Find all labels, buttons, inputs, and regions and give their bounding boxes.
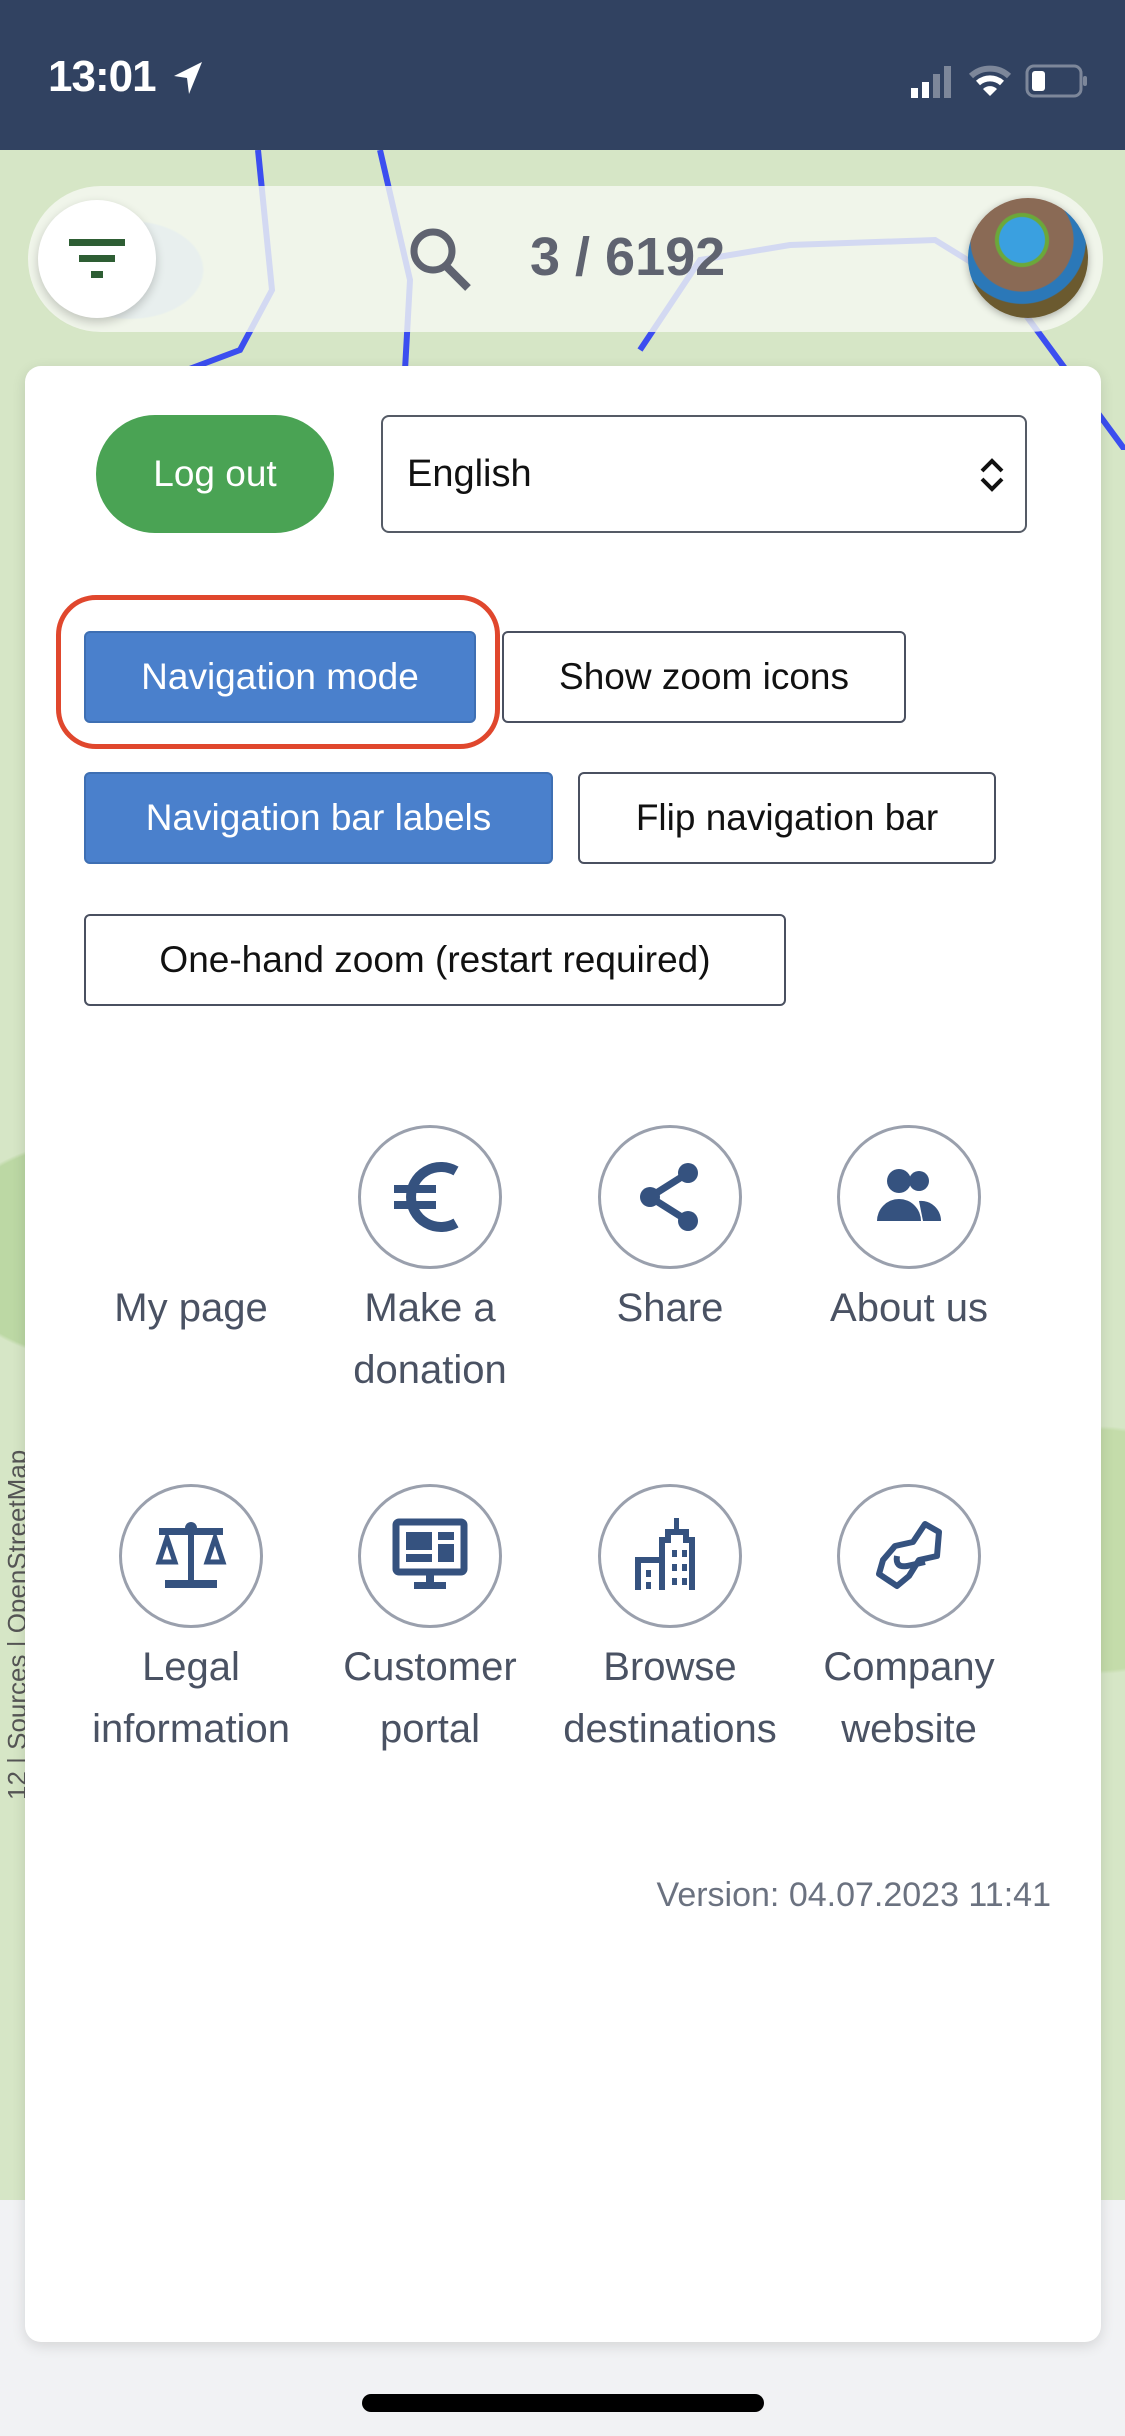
menu-label: Make a donation	[353, 1286, 507, 1392]
home-indicator[interactable]	[362, 2394, 764, 2412]
menu-label: About us	[830, 1286, 988, 1330]
result-count: 3 / 6192	[530, 227, 726, 287]
wifi-icon	[969, 65, 1011, 96]
menu-label: Share	[616, 1286, 724, 1330]
chevron-updown-icon	[980, 458, 1004, 492]
handshake-icon	[876, 1521, 942, 1589]
settings-panel: Log out English Navigation mode Show zoo…	[25, 366, 1101, 2342]
city-icon	[635, 1518, 695, 1590]
language-value: English	[407, 452, 532, 495]
filter-button[interactable]	[38, 200, 156, 318]
menu-label: My page	[114, 1286, 268, 1330]
toggle-one-hand-zoom[interactable]: One-hand zoom (restart required)	[84, 914, 786, 1006]
toggle-navigation-bar-labels[interactable]: Navigation bar labels	[84, 772, 553, 864]
highlight-ring	[56, 595, 500, 749]
location-arrow-icon	[174, 62, 202, 94]
signal-icon	[911, 66, 951, 98]
toggle-show-zoom-icons[interactable]: Show zoom icons	[502, 631, 906, 723]
menu-customer-portal[interactable]: Customer portal	[320, 1484, 540, 1760]
battery-icon	[1025, 64, 1087, 98]
menu-make-donation[interactable]: Make a donation	[320, 1125, 540, 1401]
menu-share[interactable]: Share	[560, 1125, 780, 1339]
users-icon	[877, 1169, 942, 1221]
menu-browse-destinations[interactable]: Browse destinations	[560, 1484, 780, 1760]
menu-legal-information[interactable]: Legal information	[81, 1484, 301, 1760]
toggle-flip-navigation-bar[interactable]: Flip navigation bar	[578, 772, 996, 864]
clock: 13:01	[48, 52, 157, 101]
avatar	[119, 1125, 263, 1269]
language-select[interactable]: English	[381, 415, 1027, 533]
profile-avatar[interactable]	[968, 198, 1088, 318]
filter-icon	[69, 239, 125, 278]
menu-label: Legal information	[92, 1645, 290, 1751]
logout-button[interactable]: Log out	[96, 415, 334, 533]
menu-label: Browse destinations	[563, 1645, 777, 1751]
status-bar: 13:01	[0, 0, 1125, 150]
menu-label: Customer portal	[343, 1645, 517, 1751]
menu-my-page[interactable]: My page	[81, 1125, 301, 1339]
share-icon	[640, 1163, 698, 1231]
scale-icon	[155, 1522, 227, 1588]
menu-about-us[interactable]: About us	[799, 1125, 1019, 1339]
version-text: Version: 04.07.2023 11:41	[656, 1876, 1051, 1914]
menu-label: Company website	[823, 1645, 995, 1751]
search-icon[interactable]	[408, 226, 474, 292]
menu-company-website[interactable]: Company website	[799, 1484, 1019, 1760]
monitor-icon	[392, 1518, 468, 1589]
euro-icon	[394, 1162, 459, 1232]
